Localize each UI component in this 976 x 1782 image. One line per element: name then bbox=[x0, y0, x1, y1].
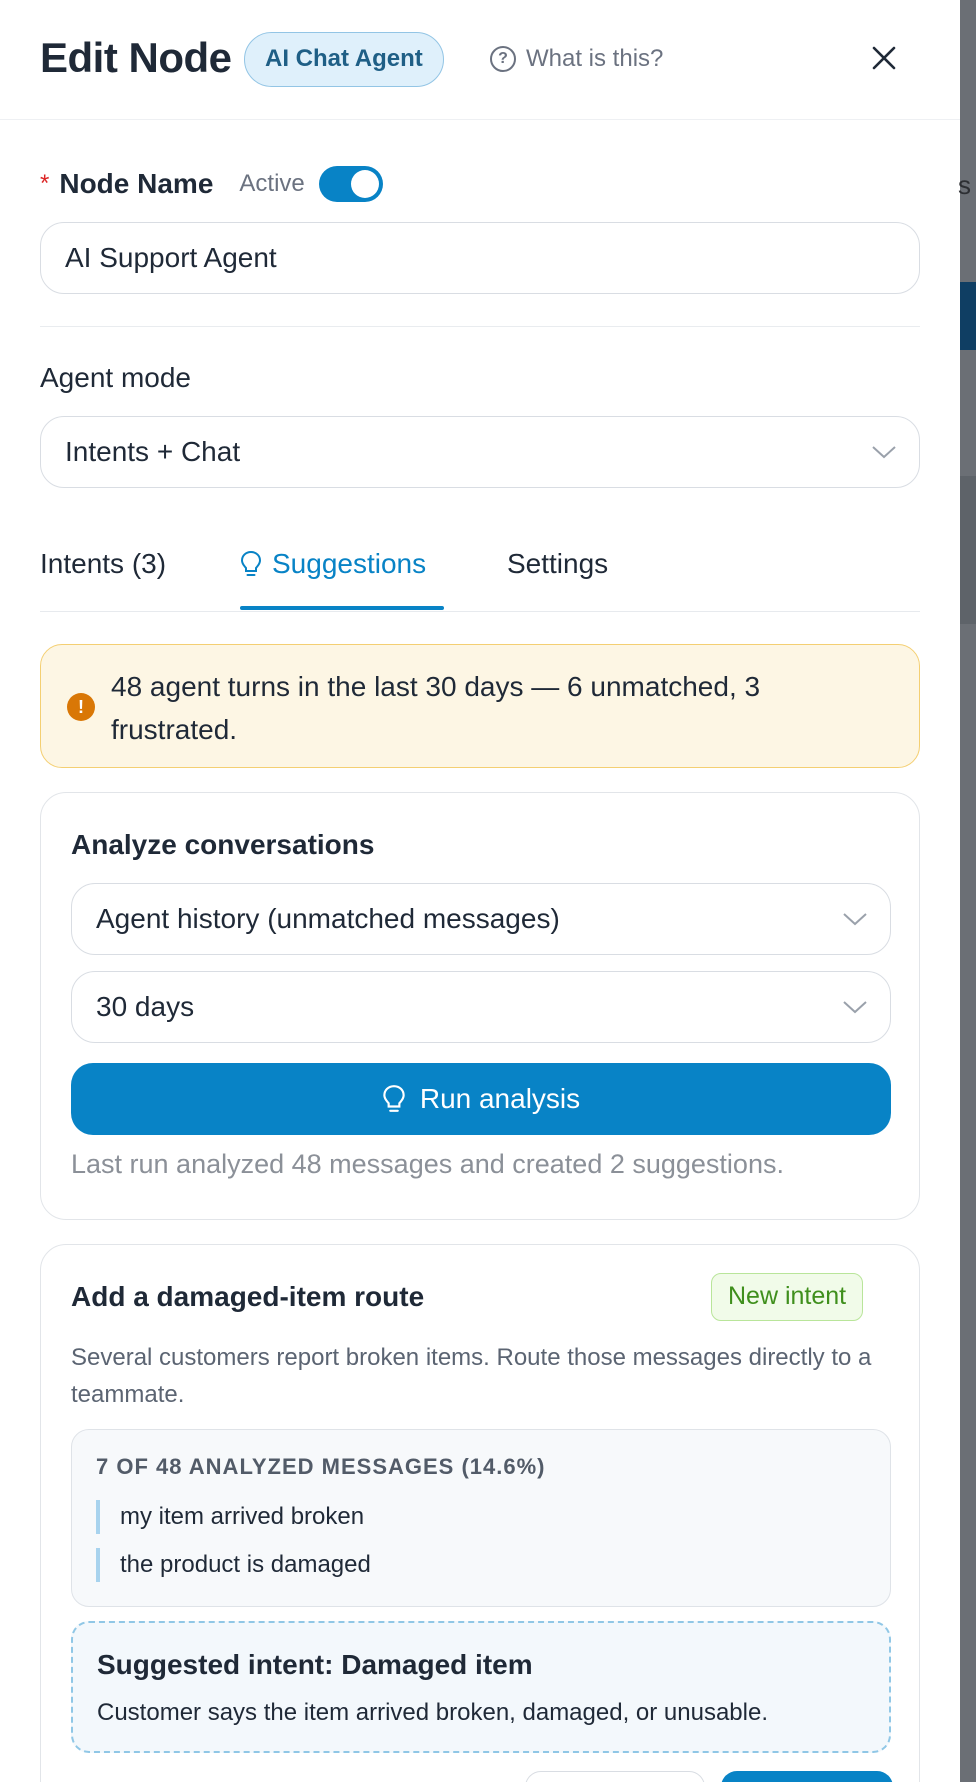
new-intent-badge: New intent bbox=[711, 1273, 864, 1321]
agent-mode-select[interactable]: Intents + Chat bbox=[40, 416, 920, 488]
evidence-header: 7 OF 48 ANALYZED MESSAGES (14.6%) bbox=[96, 1454, 546, 1479]
chevron-down-icon bbox=[843, 913, 867, 926]
node-name-label: Node Name bbox=[59, 168, 214, 199]
tab-intents-label: Intents (3) bbox=[40, 548, 167, 579]
run-analysis-button[interactable]: Run analysis bbox=[71, 1063, 891, 1135]
activity-alert: ! 48 agent turns in the last 30 days — 6… bbox=[40, 644, 920, 768]
evidence-quote: my item arrived broken bbox=[96, 1500, 364, 1534]
active-label: Active bbox=[239, 170, 305, 197]
background-bar bbox=[960, 476, 976, 624]
help-link[interactable]: ? What is this? bbox=[490, 44, 663, 74]
suggestion-description: Several customers report broken items. R… bbox=[71, 1344, 872, 1408]
lightbulb-icon bbox=[383, 1085, 405, 1112]
suggested-intent-description: Customer says the item arrived broken, d… bbox=[97, 1699, 769, 1726]
alert-text: 48 agent turns in the last 30 days — 6 u… bbox=[111, 671, 761, 745]
suggestion-title: Add a damaged-item route bbox=[71, 1281, 425, 1312]
source-select[interactable]: Agent history (unmatched messages) bbox=[71, 883, 891, 955]
run-analysis-label: Run analysis bbox=[419, 1083, 581, 1114]
node-name-input[interactable]: AI Support Agent bbox=[40, 222, 920, 294]
required-marker: * bbox=[40, 170, 50, 197]
period-value: 30 days bbox=[96, 991, 195, 1022]
node-name-value: AI Support Agent bbox=[65, 242, 277, 273]
background-page: s bbox=[958, 0, 976, 1782]
evidence-box: 7 OF 48 ANALYZED MESSAGES (14.6%) my ite… bbox=[71, 1429, 891, 1607]
warning-icon: ! bbox=[67, 693, 95, 721]
primary-action-button[interactable] bbox=[721, 1771, 893, 1782]
agent-mode-value: Intents + Chat bbox=[65, 436, 241, 467]
tab-intents[interactable]: Intents (3) bbox=[40, 548, 166, 580]
analyze-card: Analyze conversations Agent history (unm… bbox=[40, 792, 920, 1220]
chevron-down-icon bbox=[872, 446, 896, 459]
background-bar bbox=[960, 282, 976, 350]
tab-bar: Intents (3) Suggestions Settings bbox=[40, 540, 920, 612]
suggested-intent-box: Suggested intent: Damaged item Customer … bbox=[71, 1621, 891, 1753]
background-text-fragment: s bbox=[958, 170, 971, 200]
chevron-down-icon bbox=[843, 1001, 867, 1014]
page-title: Edit Node bbox=[40, 34, 232, 81]
tab-settings[interactable]: Settings bbox=[507, 548, 608, 580]
secondary-action-button[interactable] bbox=[525, 1771, 705, 1782]
agent-mode-label: Agent mode bbox=[40, 362, 191, 393]
help-link-label: What is this? bbox=[526, 45, 664, 72]
period-select[interactable]: 30 days bbox=[71, 971, 891, 1043]
active-toggle[interactable] bbox=[318, 166, 383, 202]
suggestion-card: Add a damaged-item route New intent Seve… bbox=[40, 1244, 920, 1782]
last-run-summary: Last run analyzed 48 messages and create… bbox=[71, 1149, 784, 1179]
analyze-title: Analyze conversations bbox=[71, 829, 375, 860]
close-icon[interactable] bbox=[868, 42, 900, 74]
tab-suggestions-label: Suggestions bbox=[272, 548, 427, 579]
lightbulb-icon bbox=[240, 550, 262, 576]
section-divider bbox=[40, 326, 920, 327]
source-value: Agent history (unmatched messages) bbox=[96, 903, 560, 934]
suggested-intent-title: Suggested intent: Damaged item bbox=[97, 1649, 533, 1680]
evidence-quote: the product is damaged bbox=[96, 1548, 371, 1582]
node-type-badge: AI Chat Agent bbox=[244, 32, 444, 87]
edit-node-panel: Edit Node AI Chat Agent ? What is this? … bbox=[0, 0, 960, 1782]
panel-header: Edit Node AI Chat Agent ? What is this? bbox=[0, 0, 960, 120]
tab-suggestions[interactable]: Suggestions bbox=[240, 548, 426, 580]
help-circle-icon: ? bbox=[490, 46, 516, 72]
active-tab-indicator bbox=[240, 606, 444, 610]
tab-settings-label: Settings bbox=[507, 548, 609, 579]
node-name-row: * Node Name Active bbox=[40, 166, 383, 202]
